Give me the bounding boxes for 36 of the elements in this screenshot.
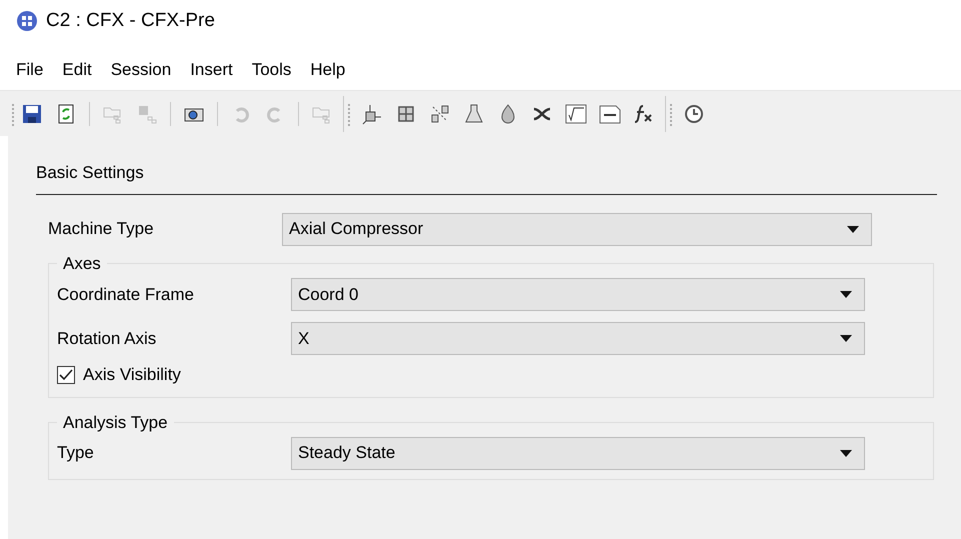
checkbox[interactable] [57,366,75,384]
toolbar-grip-icon[interactable] [348,102,351,126]
document-icon[interactable] [599,102,621,124]
save-icon[interactable] [21,102,43,124]
flask-icon[interactable] [463,102,485,124]
clock-icon[interactable] [683,102,705,124]
field-label: Type [57,442,95,464]
dropdown[interactable]: Axial Compressor [282,212,872,246]
menu-item[interactable]: Session [110,57,172,83]
toolbar-grip-icon[interactable] [670,102,673,126]
group-title: Analysis Type [62,412,169,434]
field-label: Rotation Axis [57,328,158,350]
square-root-icon[interactable] [565,102,587,124]
dropdown-caret-icon [840,291,852,298]
window-title: C2 : CFX - CFX-Pre [46,8,215,33]
menu-item[interactable]: Help [310,57,346,83]
checkbox-label: Axis Visibility [83,364,181,386]
menu-item[interactable]: Tools [252,57,292,83]
dropdown-caret-icon [840,335,852,342]
dropdown[interactable]: X [291,322,865,355]
check-icon [59,368,73,380]
app-icon [16,10,38,32]
interface-icon[interactable] [429,102,451,124]
dropdown[interactable]: Steady State [291,436,865,470]
menu-item[interactable]: File [16,57,44,83]
dropdown[interactable]: Coord 0 [291,278,865,311]
section-title: Basic Settings [36,163,144,182]
menu-item[interactable]: Edit [62,57,92,83]
dropdown-caret-icon [840,450,852,456]
menu-item[interactable]: Insert [190,57,233,83]
group-title: Axes [62,253,102,275]
cube-axes-icon[interactable] [361,102,383,124]
dropdown-caret-icon [847,226,859,232]
field-label: Coordinate Frame [57,284,196,306]
toolbar-grip-icon[interactable] [12,102,15,126]
field-label: Machine Type [48,218,155,240]
